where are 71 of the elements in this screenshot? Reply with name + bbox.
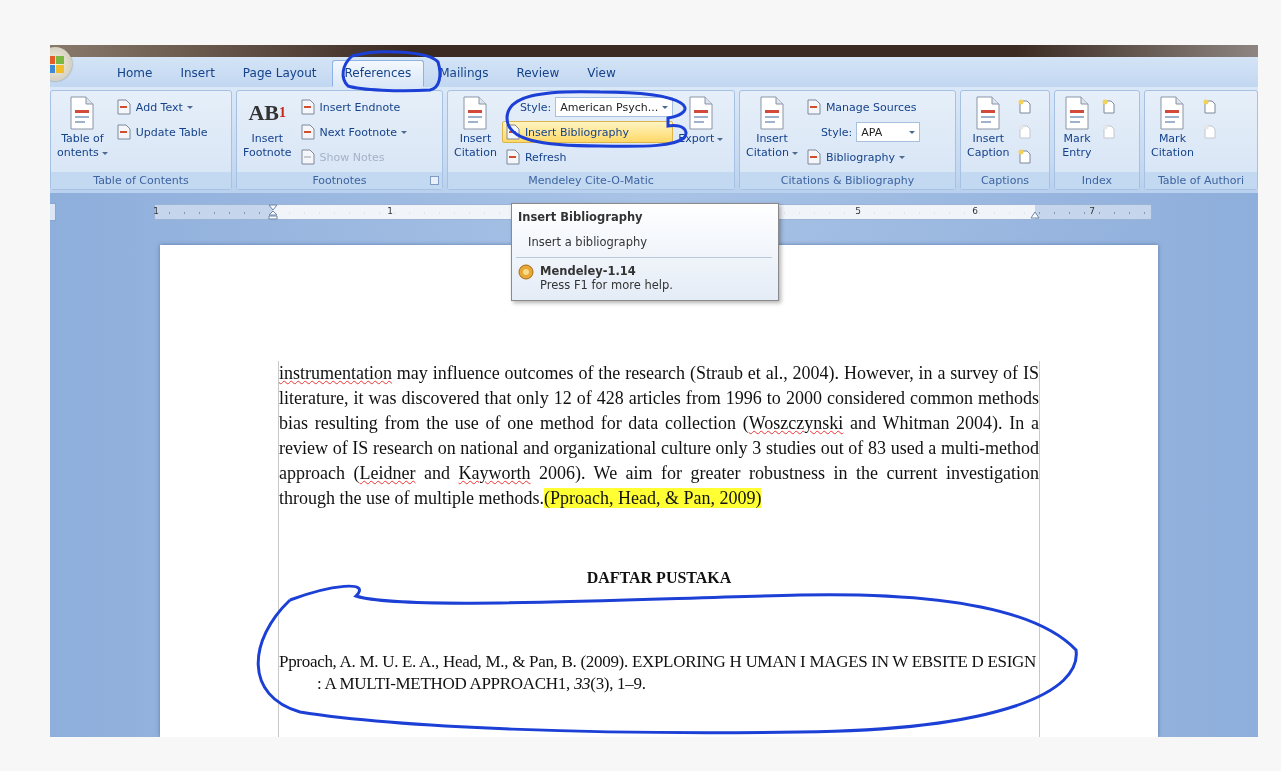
page-icon xyxy=(1101,99,1117,115)
page-icon xyxy=(504,149,521,165)
tooltip-description: Insert a bibliography xyxy=(527,234,649,251)
page-icon xyxy=(299,99,316,115)
caret-icon xyxy=(101,151,108,155)
caret-icon xyxy=(186,105,193,109)
caret-icon xyxy=(717,137,724,141)
ribbon-button[interactable]: Insert Citation xyxy=(452,94,499,162)
indent-marker-icon[interactable] xyxy=(1030,211,1040,219)
ribbon-button[interactable]: Manage Sources xyxy=(802,96,921,118)
caret-icon xyxy=(662,105,669,109)
ribbon-button[interactable]: Table of ontents xyxy=(55,94,110,162)
style-label: Style: xyxy=(518,100,552,114)
ribbon-button[interactable]: Mark Citation xyxy=(1149,94,1196,162)
page-icon xyxy=(1017,124,1034,140)
bibliography-heading: DAFTAR PUSTAKA xyxy=(585,569,733,587)
page-icon xyxy=(1201,124,1218,140)
ribbon-button[interactable]: Insert Bibliography xyxy=(501,121,674,143)
dialog-launcher[interactable] xyxy=(430,176,439,185)
ribbon-button[interactable]: Insert Citation xyxy=(744,94,800,162)
page-icon xyxy=(115,124,132,140)
caret-icon xyxy=(791,151,798,155)
page-icon xyxy=(1017,99,1034,115)
group-label: Captions xyxy=(980,174,1030,187)
ribbon-button[interactable]: Bibliography xyxy=(802,146,921,168)
ribbon-button[interactable]: Add Text xyxy=(112,96,212,118)
bibliography-entry: Pproach, A. M. U. E. A., Head, M., & Pan, B. (2009). EXPLORING H UMAN I MAGES IN W EBSITE D ESIGN : A MULTI-METHOD APPROACH1, 33(3), 1–9. xyxy=(279,651,1037,695)
group-label: Table of Authori xyxy=(1157,174,1245,187)
page-icon xyxy=(805,149,822,165)
ruler-number: 5 xyxy=(855,206,861,216)
caret-icon xyxy=(401,130,408,134)
group-label: Mendeley Cite-O-Matic xyxy=(528,174,654,187)
ruler-number: 6 xyxy=(972,206,978,216)
ribbon-tab[interactable]: Insert xyxy=(167,60,228,87)
ribbon-tab[interactable]: Page Layout xyxy=(229,60,330,87)
group-label: Footnotes xyxy=(312,174,367,187)
group-label: Citations & Bibliography xyxy=(780,174,915,187)
group-label: Table of Contents xyxy=(93,174,189,187)
addin-name: Mendeley-1.14 xyxy=(540,264,637,278)
body-paragraph: instrumentation may influence outcomes of the research (Straub et al., 2004). However, in a survey of IS literature, it was discovered that only 12 of 428 articles from 1996 to 2000 considered common methods bias resulting from the use of one method for data collection (Woszczynski and Whitman 2004). In a review of IS research on national and organizational culture only 3 studies out of 83 used a multi-method approach (Leidner and Kayworth 2006). We aim for greater robustness in the current investigation through the use of multiple methods.(Pproach, Head, & Pan, 2009) xyxy=(279,362,1039,510)
ribbon-button[interactable]: Insert Caption xyxy=(965,94,1012,162)
page-icon xyxy=(299,124,316,140)
page-icon xyxy=(1017,149,1034,165)
ribbon-button[interactable]: AB$^{1}$ Insert Footnote xyxy=(241,94,294,162)
ribbon-tab[interactable]: View xyxy=(574,60,629,87)
style-label: Style: xyxy=(819,125,853,139)
page-icon xyxy=(299,149,316,165)
page-icon xyxy=(115,99,132,115)
ruler-number: 7 xyxy=(1089,206,1095,216)
page-icon xyxy=(1201,99,1218,115)
ribbon-tab[interactable]: References xyxy=(331,60,425,87)
help-hint: Press F1 for more help. xyxy=(540,278,673,292)
ribbon-button[interactable]: Next Footnote xyxy=(296,121,412,143)
ribbon-tab[interactable]: Review xyxy=(503,60,573,87)
ribbon-tab[interactable]: Home xyxy=(104,60,166,87)
ribbon-button[interactable]: Insert Endnote xyxy=(296,96,412,118)
page-icon xyxy=(805,99,822,115)
style-dropdown[interactable]: APA xyxy=(856,122,921,142)
page-icon xyxy=(1101,124,1117,140)
group-label: Index xyxy=(1081,174,1113,187)
indent-marker-icon[interactable] xyxy=(268,203,278,221)
ribbon-button[interactable]: Mark Entry xyxy=(1059,94,1095,162)
caret-icon xyxy=(899,155,905,159)
caret-icon xyxy=(909,130,916,134)
style-dropdown[interactable]: American Psych... xyxy=(555,97,674,117)
gear-icon xyxy=(518,264,534,280)
ribbon-button[interactable]: Update Table xyxy=(112,121,212,143)
ribbon-button[interactable]: Refresh xyxy=(501,146,674,168)
ruler-number: 1 xyxy=(387,206,393,216)
ruler-number: 1 xyxy=(153,206,159,216)
tooltip-title: Insert Bibliography xyxy=(518,210,644,224)
